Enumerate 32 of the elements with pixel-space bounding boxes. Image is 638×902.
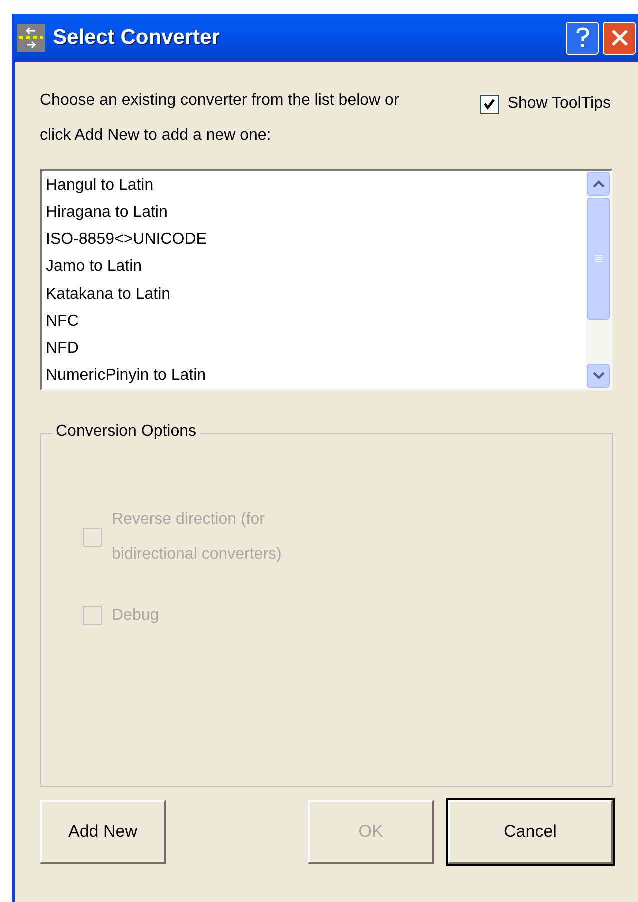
scroll-thumb[interactable] <box>587 198 610 320</box>
scrollbar[interactable] <box>586 171 611 389</box>
list-item[interactable]: ISO-8859<>UNICODE <box>42 226 586 254</box>
checkbox[interactable] <box>480 94 499 114</box>
question-mark-icon <box>574 27 590 49</box>
list-item[interactable]: NFC <box>42 308 586 335</box>
instruction-text: Choose an existing converter from the list below or click Add New to add a new one: <box>40 91 400 146</box>
chevron-up-icon <box>592 180 604 188</box>
option-label: Debug <box>112 606 160 626</box>
checkbox-label: Show ToolTips <box>508 94 611 114</box>
show-tooltips-checkbox[interactable]: Show ToolTips <box>480 92 611 116</box>
converter-list[interactable]: Hangul to Latin Hiragana to Latin ISO-8859<>UNICODE Jamo to Latin Katakana to Latin NFC NFD NumericPinyin to Latin <box>40 169 613 391</box>
dialog-button[interactable]: Cancel <box>448 800 613 864</box>
list-item[interactable]: Hangul to Latin <box>42 172 586 200</box>
list-item[interactable]: Hiragana to Latin <box>42 199 586 226</box>
grip-icon <box>594 255 604 263</box>
scroll-up-button[interactable] <box>587 172 610 196</box>
dialog-button[interactable]: Add New <box>40 800 166 864</box>
checkmark-icon <box>482 98 496 110</box>
list-item[interactable]: Katakana to Latin <box>42 280 586 308</box>
list-item[interactable]: NFD <box>42 334 586 362</box>
window-title: Select Converter <box>53 25 220 52</box>
converter-arrows-icon <box>17 24 45 52</box>
list-item[interactable]: NumericPinyin to Latin <box>42 362 586 389</box>
group-title: Conversion Options <box>53 422 200 442</box>
list-item[interactable]: Jamo to Latin <box>42 253 586 280</box>
chevron-down-icon <box>592 372 604 380</box>
help-button[interactable] <box>566 22 599 54</box>
close-icon <box>610 28 630 48</box>
scroll-down-button[interactable] <box>587 364 610 388</box>
option-label: Reverse direction (for bidirectional converters) <box>112 510 283 565</box>
close-button[interactable] <box>603 22 636 54</box>
